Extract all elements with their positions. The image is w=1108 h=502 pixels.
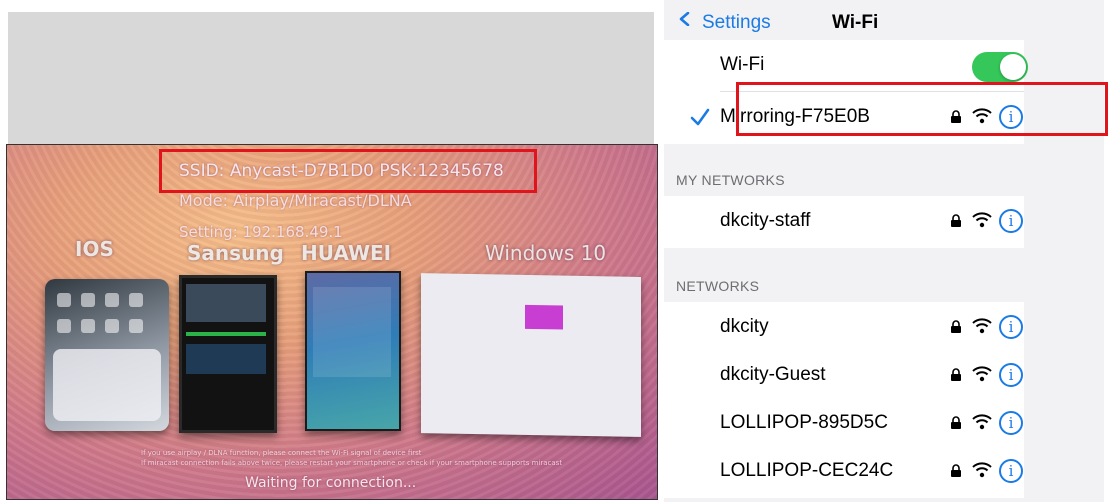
app-tile (81, 319, 95, 333)
section-header-networks: NETWORKS (676, 278, 760, 294)
wifi-icon (972, 414, 992, 430)
checkmark-icon (690, 108, 710, 126)
network-row[interactable]: dkcity i (664, 302, 1024, 354)
network-name: dkcity-staff (720, 210, 811, 231)
app-tile (105, 293, 119, 307)
section-header-my-networks: MY NETWORKS (676, 172, 785, 188)
lock-icon (951, 320, 961, 333)
info-icon[interactable]: i (999, 363, 1023, 387)
app-tile (129, 293, 143, 307)
wifi-toggle-label: Wi-Fi (720, 54, 765, 75)
windows-screenshot-thumbnail (421, 273, 641, 437)
ios-screenshot-thumbnail (45, 279, 169, 431)
platform-label-huawei: HUAWEI (301, 241, 392, 265)
ios-wifi-settings: Settings Wi-Fi Wi-Fi Mirroring-F75E0B i … (664, 0, 1104, 502)
toggle-knob (1000, 54, 1026, 80)
magenta-tile (525, 304, 563, 330)
samsung-screenshot-thumbnail (179, 275, 277, 433)
info-icon[interactable]: i (999, 411, 1023, 435)
connected-network-highlight-box (736, 82, 1108, 136)
info-icon[interactable]: i (999, 459, 1023, 483)
lock-icon (951, 464, 961, 477)
lock-icon (951, 214, 961, 227)
app-tile (105, 319, 119, 333)
app-tile (57, 293, 71, 307)
network-row[interactable]: dkcity-staff i (664, 196, 1024, 248)
info-icon[interactable]: i (999, 315, 1023, 339)
tv-instruction-line-1: If you use airplay / DLNA function, plea… (141, 449, 422, 457)
ssid-line: SSID: Anycast-D7B1D0 PSK:12345678 (179, 161, 504, 181)
network-row[interactable]: dkcity-Guest i (664, 350, 1024, 402)
wifi-icon (972, 366, 992, 382)
brightness-bar (186, 332, 266, 336)
quick-settings-panel (186, 284, 266, 322)
lock-icon (951, 368, 961, 381)
wifi-icon (972, 318, 992, 334)
network-name: dkcity (720, 316, 769, 337)
wifi-icon (972, 212, 992, 228)
app-tile (57, 319, 71, 333)
network-name: LOLLIPOP-CEC24C (720, 460, 894, 481)
tv-screen-photo: SSID: Anycast-D7B1D0 PSK:12345678 Mode: … (6, 144, 658, 500)
control-center-panel (53, 349, 161, 421)
wifi-toggle-switch[interactable] (972, 52, 1028, 82)
tv-instruction-line-2: If miracast connection fails above twice… (141, 459, 563, 467)
waiting-status: Waiting for connection... (245, 475, 417, 491)
top-gray-panel (8, 12, 654, 144)
notification-panel (186, 344, 266, 374)
toggle-grid (313, 287, 391, 377)
mode-line: Mode: Airplay/Miracast/DLNA (179, 191, 412, 210)
info-icon[interactable]: i (999, 209, 1023, 233)
platform-label-ios: IOS (75, 237, 114, 261)
network-row[interactable]: LOLLIPOP-CEC24C i (664, 446, 1024, 498)
lock-icon (951, 416, 961, 429)
chevron-left-icon[interactable] (678, 12, 692, 26)
network-name: dkcity-Guest (720, 364, 826, 385)
app-tile (129, 319, 143, 333)
network-row[interactable]: LOLLIPOP-895D5C i (664, 398, 1024, 450)
page-title: Wi-Fi (832, 12, 879, 33)
wifi-icon (972, 462, 992, 478)
network-name: LOLLIPOP-895D5C (720, 412, 888, 433)
platform-label-samsung: Sansung (187, 241, 284, 265)
platform-label-windows: Windows 10 (485, 241, 607, 265)
huawei-screenshot-thumbnail (305, 271, 401, 431)
back-button[interactable]: Settings (702, 12, 771, 34)
app-tile (81, 293, 95, 307)
setting-line: Setting: 192.168.49.1 (179, 223, 343, 241)
